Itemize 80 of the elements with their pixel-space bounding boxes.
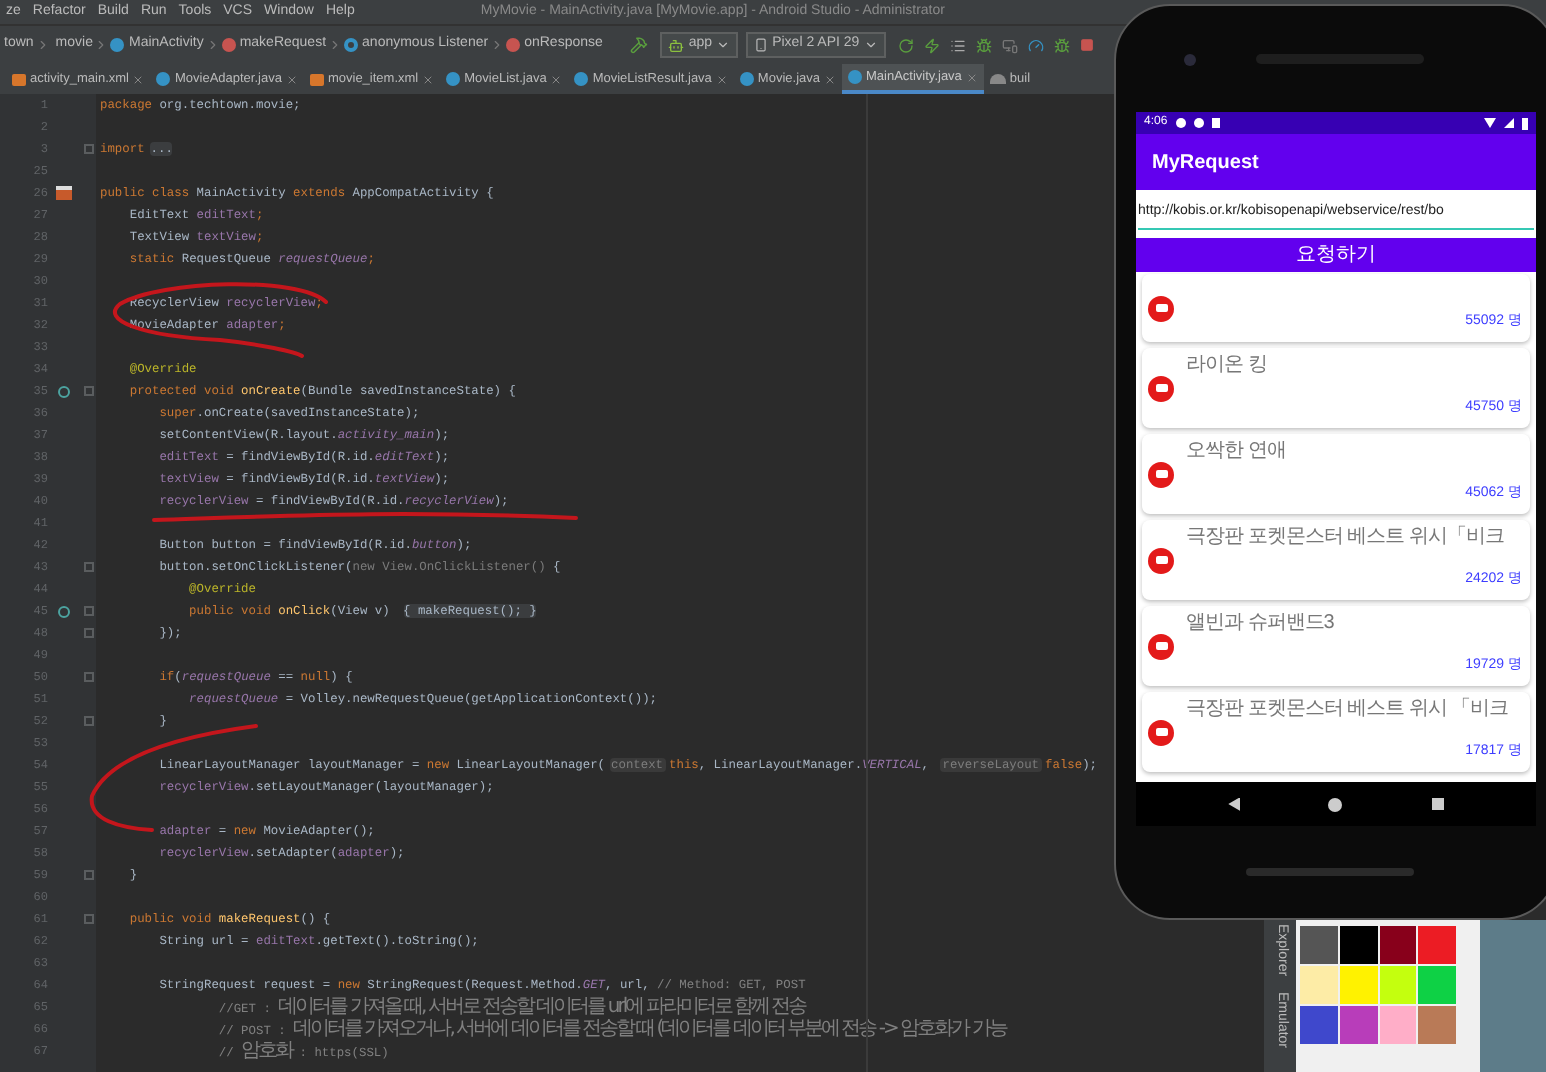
home-icon[interactable]: [1328, 797, 1343, 811]
caret-icon: [716, 38, 731, 52]
fold-icon[interactable]: [83, 870, 93, 880]
play-icon: [1148, 719, 1174, 745]
movie-title: 극장판 포켓몬스터 베스트 위시 「비크: [1186, 696, 1511, 722]
color-swatch[interactable]: [1379, 966, 1417, 1004]
color-swatch[interactable]: [1339, 966, 1377, 1004]
chevron-icon: [205, 38, 220, 52]
movie-title: 라이온 킹: [1186, 352, 1269, 378]
fold-icon[interactable]: [83, 386, 93, 396]
override-icon: [58, 605, 70, 617]
class-icon: [446, 72, 461, 86]
fold-icon[interactable]: [83, 562, 93, 572]
fold-icon[interactable]: [83, 914, 93, 924]
class-icon: [156, 72, 171, 86]
recents-icon[interactable]: [1431, 798, 1444, 810]
play-icon: [1148, 547, 1174, 573]
play-icon: [1148, 633, 1174, 659]
color-swatch[interactable]: [1300, 966, 1338, 1004]
color-swatch[interactable]: [1418, 1006, 1456, 1044]
caret-icon: [863, 38, 878, 52]
close-icon[interactable]: [132, 73, 145, 85]
color-swatch[interactable]: [1339, 926, 1377, 964]
play-icon: [1148, 295, 1174, 321]
override-icon: [58, 385, 70, 397]
signal-icon: [1504, 118, 1514, 128]
fold-icon[interactable]: [83, 716, 93, 726]
app-title: MyRequest: [1152, 149, 1259, 177]
class-icon: [110, 38, 125, 52]
camera-icon: [1184, 53, 1196, 65]
color-swatch[interactable]: [1300, 926, 1338, 964]
fold-icon[interactable]: [83, 672, 93, 682]
close-icon[interactable]: [824, 73, 836, 85]
list-icon[interactable]: [949, 37, 966, 53]
color-swatch[interactable]: [1379, 1006, 1417, 1044]
chevron-icon: [35, 38, 50, 52]
method-icon: [221, 38, 236, 52]
play-icon: [1148, 461, 1174, 487]
class-icon: [574, 72, 589, 86]
color-swatch[interactable]: [1418, 926, 1456, 964]
android-icon: [668, 37, 685, 53]
close-icon[interactable]: [422, 73, 435, 85]
color-swatch[interactable]: [1339, 1006, 1377, 1044]
bug-icon[interactable]: [975, 37, 992, 53]
rerun-icon[interactable]: [897, 37, 914, 53]
hammer-icon[interactable]: [630, 36, 649, 54]
xml-file-icon: [12, 73, 26, 85]
play-icon: [1148, 375, 1174, 401]
ring-icon: [344, 38, 359, 52]
xml-file-icon: [309, 73, 324, 85]
color-swatch[interactable]: [1300, 1006, 1338, 1044]
gauge-icon[interactable]: [1027, 37, 1044, 53]
back-icon[interactable]: [1228, 797, 1241, 811]
fold-icon[interactable]: [83, 606, 93, 616]
class-icon: [739, 72, 754, 86]
movie-title: 오싹한 연애: [1186, 438, 1288, 464]
phone-icon: [754, 38, 769, 52]
color-swatch[interactable]: [1379, 926, 1417, 964]
close-icon[interactable]: [550, 73, 563, 85]
method-icon: [506, 38, 521, 52]
class-icon: [848, 70, 862, 84]
bug-icon[interactable]: [1053, 37, 1070, 53]
chevron-icon: [490, 38, 505, 52]
close-icon[interactable]: [285, 73, 298, 85]
fold-icon[interactable]: [83, 144, 93, 154]
close-icon[interactable]: [715, 73, 728, 85]
request-button[interactable]: 요청하기: [1136, 238, 1536, 272]
movie-title: 극장판 포켓몬스터 베스트 위시「비크: [1186, 524, 1506, 550]
chevron-icon: [94, 38, 109, 52]
battery-icon: [1522, 117, 1528, 129]
fold-icon[interactable]: [83, 628, 93, 638]
color-swatch[interactable]: [1418, 966, 1456, 1004]
layout-icon: [56, 186, 72, 200]
chevron-icon: [328, 38, 343, 52]
device-icon[interactable]: [1001, 37, 1018, 53]
stop-icon[interactable]: [1079, 38, 1094, 52]
movie-title: 앨빈과 슈퍼밴드3: [1186, 610, 1336, 636]
wifi-icon: [1484, 118, 1496, 128]
bolt-icon[interactable]: [923, 37, 940, 53]
close-icon[interactable]: [965, 71, 978, 83]
